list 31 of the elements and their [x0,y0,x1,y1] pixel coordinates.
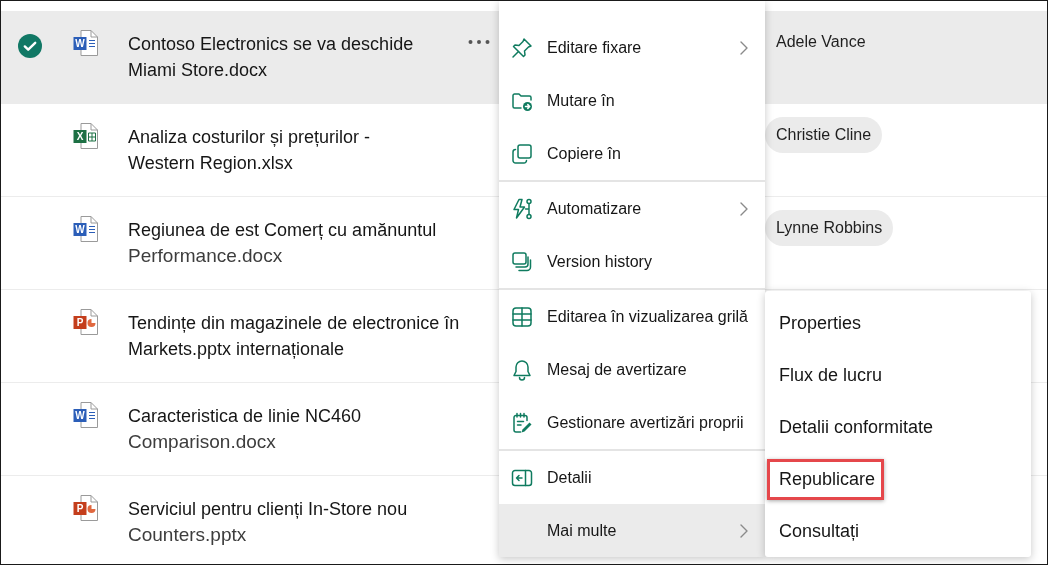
person-tag[interactable]: Christie Cline [765,117,883,153]
menu-item[interactable]: Automatizare [499,182,765,235]
bell-icon [510,357,534,382]
menu-item[interactable]: Mutare în [499,74,765,127]
person-tag[interactable]: Lynne Robbins [765,210,894,246]
lightning-flow-icon [510,196,534,221]
file-name[interactable]: Caracteristica de linie NC460 Comparison.docx [128,403,468,455]
file-name[interactable]: Serviciul pentru clienți In-Store nou Counters.pptx [128,496,468,548]
grid-icon [510,304,534,329]
menu-item[interactable]: Mai multe [499,504,765,557]
menu-item[interactable]: Editarea în vizualizarea grilă [499,290,765,343]
file-name[interactable]: Analiza costurilor și prețurilor - Western Region.xlsx [128,124,468,176]
checkmark-circle-icon[interactable] [18,34,42,58]
menu-item[interactable]: Gestionare avertizări proprii [499,396,765,449]
submenu-item[interactable]: Republicare [767,458,885,500]
menu-item[interactable]: Copiere în [499,127,765,180]
menu-item[interactable]: Detalii [499,451,765,504]
notepad-pen-icon [510,410,534,435]
submenu-item[interactable]: Detalii conformitate [767,406,943,448]
file-name[interactable]: Tendințe din magazinele de electronice în Markets.pptx internaționale [128,310,468,362]
stacked-pages-icon [510,249,534,274]
submenu-item[interactable]: Properties [767,302,871,344]
menu-item[interactable]: Editare fixare [499,21,765,74]
pin-icon [510,35,534,60]
more-options-icon[interactable] [468,39,490,45]
menu-item[interactable]: Version history [499,235,765,288]
menu-item[interactable]: Mesaj de avertizare [499,343,765,396]
file-name[interactable]: Contoso Electronics se va deschide Miami Store.docx [128,31,468,83]
file-name[interactable]: Regiunea de est Comerț cu amănuntul Performance.docx [128,217,468,269]
copy-icon [510,141,534,166]
submenu-item[interactable]: Consultați [767,510,869,552]
